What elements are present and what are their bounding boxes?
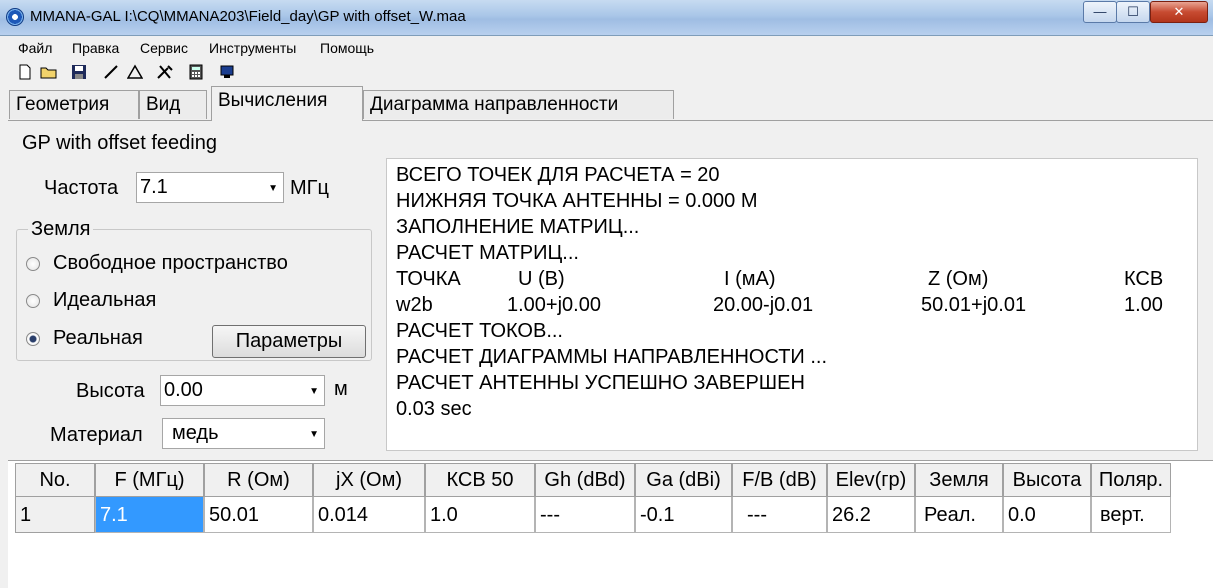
open-folder-icon[interactable] — [40, 64, 58, 82]
radio-real[interactable] — [26, 332, 40, 346]
table-cell[interactable]: 1.0 — [425, 497, 535, 533]
height-value: 0.00 — [164, 379, 203, 401]
column-header-jx[interactable]: jX (Ом) — [313, 463, 425, 497]
tab-radiation-pattern[interactable]: Диаграмма направленности — [363, 90, 674, 119]
frequency-value: 7.1 — [140, 176, 168, 198]
calculation-log: ВСЕГО ТОЧЕК ДЛЯ РАСЧЕТА = 20 НИЖНЯЯ ТОЧК… — [386, 158, 1198, 451]
tab-geometry[interactable]: Геометрия — [9, 90, 139, 119]
tab-view[interactable]: Вид — [139, 90, 207, 119]
antenna-name: GP with offset feeding — [22, 132, 217, 154]
frequency-unit: МГц — [290, 177, 329, 199]
parameters-button[interactable]: Параметры — [212, 325, 366, 358]
frequency-combo[interactable]: 7.1 ▼ — [136, 172, 284, 203]
column-header-swr[interactable]: КСВ 50 — [425, 463, 535, 497]
log-header-voltage: U (В) — [518, 268, 565, 290]
radio-free-space[interactable] — [26, 257, 40, 271]
close-button[interactable]: ✕ — [1150, 1, 1208, 23]
column-header-height[interactable]: Высота — [1003, 463, 1091, 497]
table-cell[interactable]: 0.0 — [1003, 497, 1091, 533]
frequency-label: Частота — [44, 177, 119, 199]
log-line: 0.03 sec — [396, 398, 472, 420]
log-line: РАСЧЕТ МАТРИЦ... — [396, 242, 579, 264]
log-header-point: ТОЧКА — [396, 268, 461, 290]
menu-file[interactable]: Файл — [18, 40, 52, 56]
tab-calculation[interactable]: Вычисления — [211, 86, 363, 121]
log-row-voltage: 1.00+j0.00 — [507, 294, 601, 316]
log-row-swr: 1.00 — [1124, 294, 1163, 316]
material-label: Материал — [50, 424, 143, 446]
column-header-no[interactable]: No. — [15, 463, 95, 497]
table-cell[interactable]: 0.014 — [313, 497, 425, 533]
height-unit: м — [334, 378, 348, 400]
log-line: ЗАПОЛНЕНИЕ МАТРИЦ... — [396, 216, 640, 238]
app-icon — [6, 8, 24, 26]
radio-ideal[interactable] — [26, 294, 40, 308]
log-line: РАСЧЕТ АНТЕННЫ УСПЕШНО ЗАВЕРШЕН — [396, 372, 805, 394]
table-cell[interactable]: 1 — [15, 497, 95, 533]
minimize-button[interactable]: — — [1083, 1, 1117, 23]
log-line: ВСЕГО ТОЧЕК ДЛЯ РАСЧЕТА = 20 — [396, 164, 720, 186]
chevron-down-icon: ▼ — [309, 386, 319, 397]
column-header-ga[interactable]: Ga (dBi) — [635, 463, 732, 497]
chevron-down-icon: ▼ — [309, 429, 319, 440]
real-label[interactable]: Реальная — [53, 327, 143, 350]
column-header-ground[interactable]: Земля — [915, 463, 1003, 497]
ground-legend: Земля — [28, 218, 94, 241]
column-header-gh[interactable]: Gh (dBd) — [535, 463, 635, 497]
log-header-impedance: Z (Ом) — [928, 268, 989, 290]
table-cell[interactable]: верт. — [1091, 497, 1171, 533]
log-header-current: I (мА) — [724, 268, 776, 290]
table-cell[interactable]: Реал. — [915, 497, 1003, 533]
column-header-polarization[interactable]: Поляр. — [1091, 463, 1171, 497]
column-header-frequency[interactable]: F (МГц) — [95, 463, 204, 497]
new-file-icon[interactable] — [16, 64, 34, 82]
triangle-tool-icon[interactable] — [126, 64, 144, 82]
table-cell[interactable]: 7.1 — [95, 497, 204, 533]
line-tool-icon[interactable] — [102, 64, 120, 82]
tools-icon[interactable] — [156, 64, 174, 82]
menu-edit[interactable]: Правка — [72, 40, 119, 56]
table-cell[interactable]: -0.1 — [635, 497, 732, 533]
ideal-label[interactable]: Идеальная — [53, 289, 156, 312]
material-combo[interactable]: медь ▼ — [162, 418, 325, 449]
log-row-current: 20.00-j0.01 — [713, 294, 814, 316]
table-cell[interactable]: 26.2 — [827, 497, 915, 533]
menu-tools[interactable]: Инструменты — [209, 40, 296, 56]
height-label: Высота — [76, 380, 145, 402]
log-line: РАСЧЕТ ТОКОВ... — [396, 320, 563, 342]
height-combo[interactable]: 0.00 ▼ — [160, 375, 325, 406]
table-cell[interactable]: --- — [535, 497, 635, 533]
log-line: РАСЧЕТ ДИАГРАММЫ НАПРАВЛЕННОСТИ ... — [396, 346, 828, 368]
chevron-down-icon: ▼ — [268, 183, 278, 194]
material-value: медь — [172, 422, 219, 444]
window-title: MMANA-GAL I:\CQ\MMANA203\Field_day\GP wi… — [30, 8, 466, 25]
maximize-button[interactable]: ☐ — [1116, 1, 1150, 23]
column-header-fb[interactable]: F/B (dB) — [732, 463, 827, 497]
log-header-swr: КСВ — [1124, 268, 1164, 290]
log-row-impedance: 50.01+j0.01 — [921, 294, 1027, 316]
free-space-label[interactable]: Свободное пространство — [53, 252, 288, 275]
save-icon[interactable] — [70, 64, 88, 82]
table-cell[interactable]: --- — [732, 497, 827, 533]
calculator-icon[interactable] — [187, 64, 205, 82]
log-row-point: w2b — [396, 294, 433, 316]
table-cell[interactable]: 50.01 — [204, 497, 313, 533]
menu-help[interactable]: Помощь — [320, 40, 374, 56]
log-line: НИЖНЯЯ ТОЧКА АНТЕННЫ = 0.000 М — [396, 190, 758, 212]
toolbar — [0, 60, 1213, 86]
menu-service[interactable]: Сервис — [140, 40, 188, 56]
column-header-elev[interactable]: Elev(гр) — [827, 463, 915, 497]
column-header-r[interactable]: R (Ом) — [204, 463, 313, 497]
export-icon[interactable] — [218, 64, 236, 82]
